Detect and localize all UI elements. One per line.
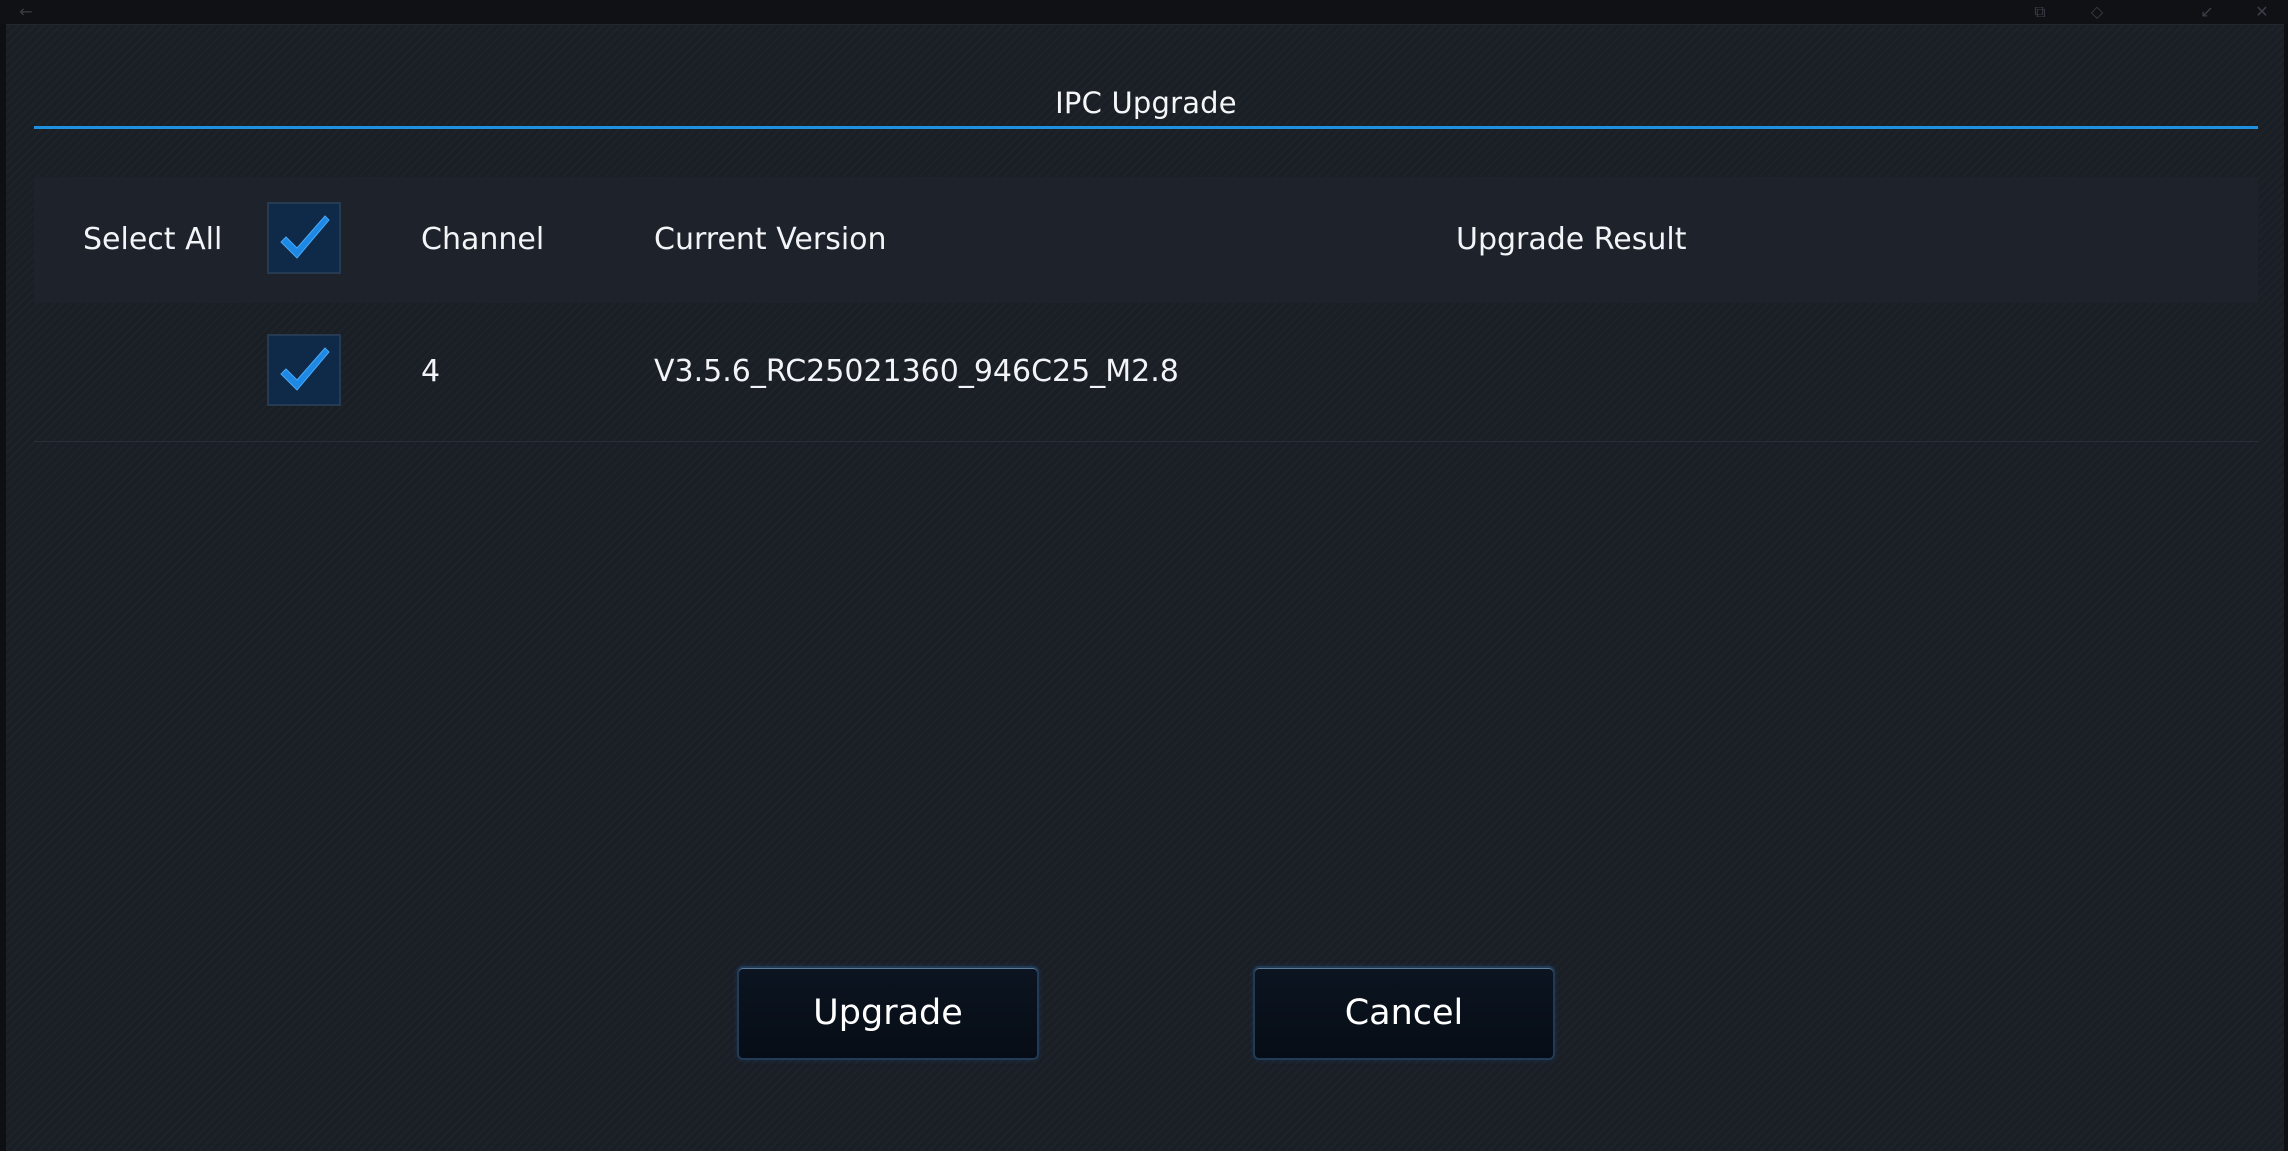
channel-header: Channel: [421, 222, 545, 257]
checkmark-icon: [280, 215, 330, 259]
window-left-border: [0, 24, 6, 1151]
select-all-label: Select All: [83, 222, 223, 257]
dialog-title: IPC Upgrade: [1055, 86, 1237, 120]
current-version-header: Current Version: [654, 222, 887, 257]
back-arrow-icon[interactable]: ←: [16, 2, 36, 22]
row-channel: 4: [421, 354, 441, 389]
upgrade-result-header: Upgrade Result: [1456, 222, 1687, 257]
cancel-button[interactable]: Cancel: [1253, 966, 1555, 1060]
row-checkbox[interactable]: [267, 334, 341, 406]
close-icon[interactable]: ✕: [2252, 2, 2272, 22]
pin-icon[interactable]: ◇: [2087, 2, 2107, 22]
select-all-checkbox[interactable]: [267, 202, 341, 274]
table-header: Select All Channel Current Version Upgra…: [34, 177, 2258, 303]
title-underline: [34, 126, 2258, 129]
ipc-upgrade-window: ← ⧉ ◇ ↙ ✕ IPC Upgrade Select All Channel…: [0, 0, 2288, 1151]
table-row: 4 V3.5.6_RC25021360_946C25_M2.8: [34, 303, 2258, 442]
upgrade-button[interactable]: Upgrade: [737, 966, 1039, 1060]
checkmark-icon: [280, 347, 330, 391]
row-current-version: V3.5.6_RC25021360_946C25_M2.8: [654, 354, 1179, 389]
restore-icon[interactable]: ⧉: [2030, 2, 2050, 22]
minimize-icon[interactable]: ↙: [2197, 2, 2217, 22]
window-right-border: [2284, 24, 2288, 1151]
title-bar: ← ⧉ ◇ ↙ ✕: [0, 0, 2288, 25]
